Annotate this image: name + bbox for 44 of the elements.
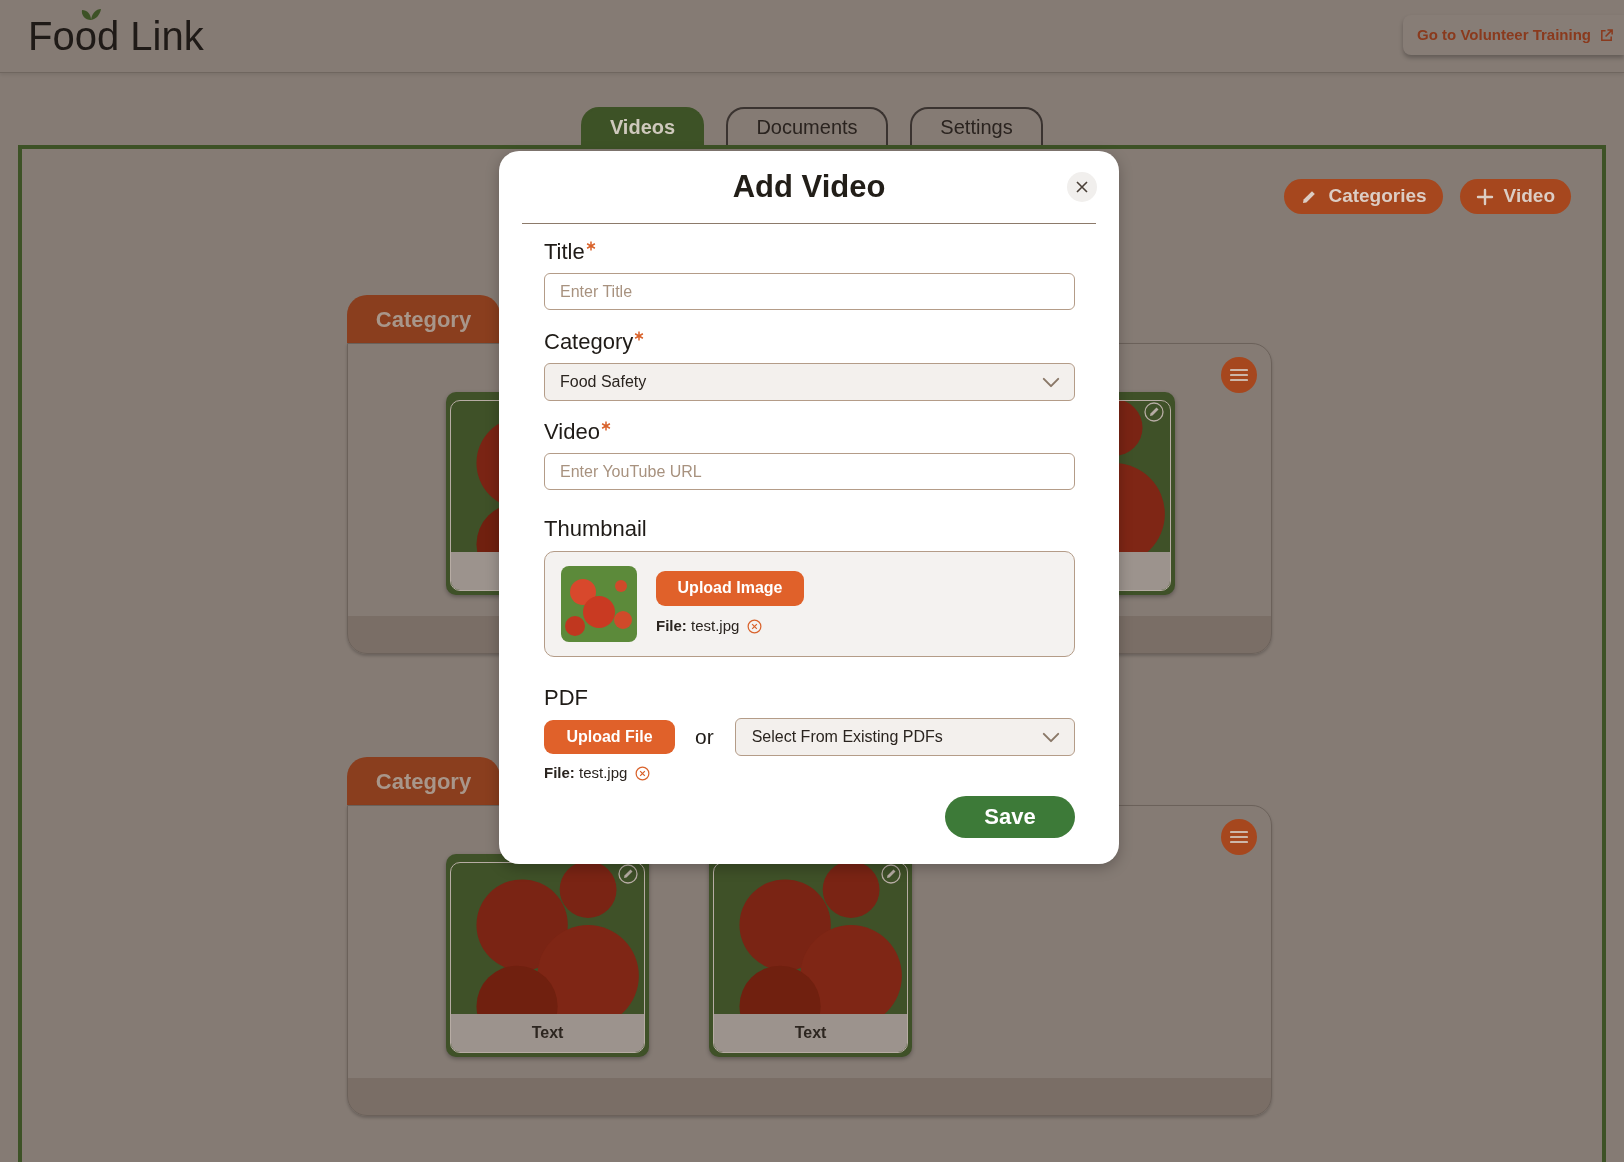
menu-button[interactable]: [1221, 357, 1257, 393]
tab[interactable]: Settings: [910, 107, 1043, 145]
remove-file-icon[interactable]: [747, 618, 763, 634]
category-dropdown[interactable]: Food Safety: [544, 363, 1075, 401]
action-button[interactable]: Video: [1459, 179, 1571, 214]
pencil-icon[interactable]: [618, 864, 638, 884]
tab[interactable]: Documents: [726, 107, 888, 145]
file-name-text: File: test.jpg: [544, 763, 628, 783]
close-button[interactable]: [1067, 172, 1097, 202]
training-link[interactable]: Go to Volunteer Training: [1403, 15, 1624, 55]
chevron-down-icon: [1042, 731, 1060, 743]
video-caption: Text: [714, 1014, 907, 1052]
pencil-icon[interactable]: [1144, 402, 1164, 422]
field-label: Title: [544, 238, 585, 266]
video-caption: Text: [451, 1014, 644, 1052]
menu-button[interactable]: [1221, 819, 1257, 855]
field-label: Category: [544, 328, 634, 356]
input-field[interactable]: Enter Title: [544, 273, 1075, 310]
pdf-dropdown[interactable]: Select From Existing PDFs: [734, 718, 1075, 756]
field-label: Video: [544, 418, 600, 446]
upload-file-button[interactable]: Upload File: [544, 720, 675, 754]
tab[interactable]: Videos: [581, 107, 704, 145]
menu-icon: [1230, 368, 1248, 382]
plus-icon: [1475, 187, 1494, 206]
upload-image-button[interactable]: Upload Image: [656, 570, 804, 606]
modal-title: Add Video: [732, 167, 886, 206]
remove-file-icon[interactable]: [635, 765, 651, 781]
pencil-icon[interactable]: [881, 864, 901, 884]
external-link-icon: [1599, 27, 1614, 43]
category-header: Category: [347, 295, 500, 343]
leaf-icon: [80, 7, 102, 21]
logo-text: Food Link: [28, 14, 204, 58]
or-text: or: [695, 724, 714, 751]
field-label: PDF: [544, 684, 588, 712]
save-button[interactable]: Save: [945, 795, 1075, 838]
action-button[interactable]: Categories: [1284, 179, 1443, 214]
file-name-text: File: test.jpg: [656, 615, 740, 636]
menu-icon: [1230, 830, 1248, 844]
video-thumbnail-card[interactable]: Text: [446, 854, 649, 1057]
category-header: Category: [347, 757, 500, 805]
input-field[interactable]: Enter YouTube URL: [544, 453, 1075, 490]
chevron-down-icon: [1042, 376, 1060, 388]
close-icon: [1076, 181, 1088, 193]
field-label: Thumbnail: [544, 515, 647, 543]
